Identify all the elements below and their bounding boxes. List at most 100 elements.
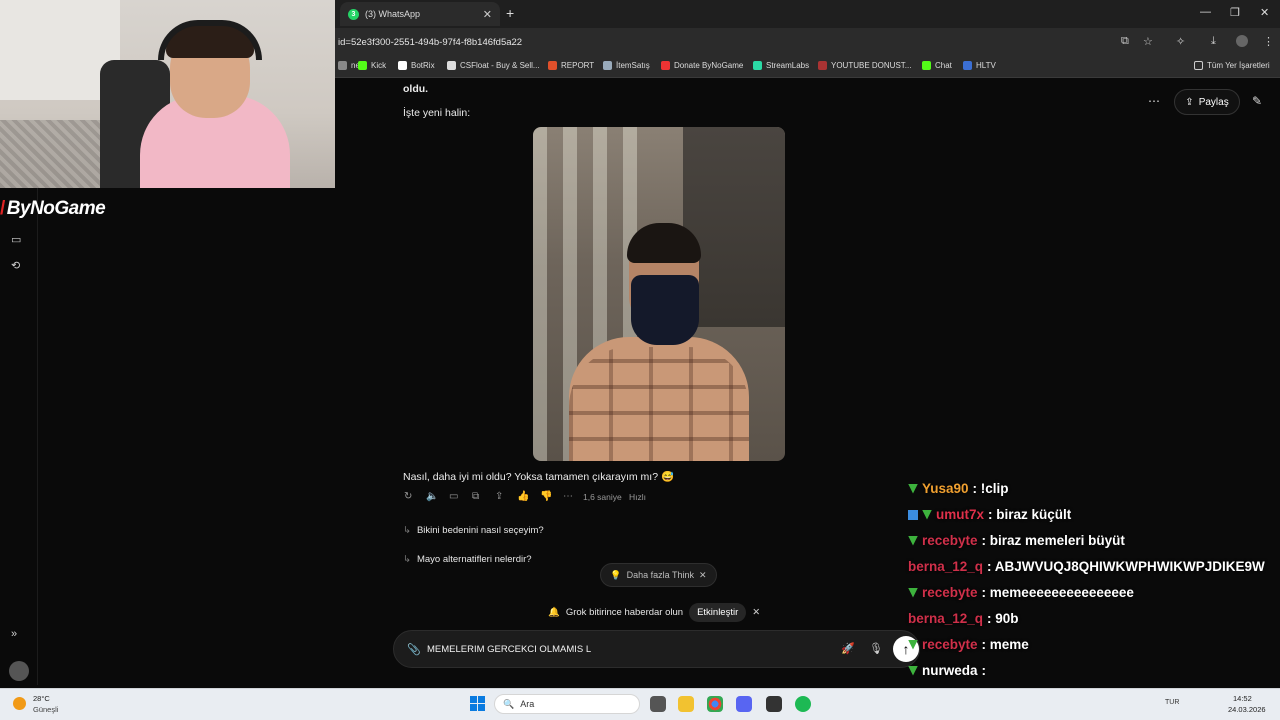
bookmark-item[interactable]: Chat [922, 61, 952, 70]
clock-date[interactable]: 24.03.2026 [1228, 705, 1266, 714]
more-options-icon[interactable]: ⋯ [1148, 94, 1160, 108]
chat-message-text: : !clip [972, 481, 1009, 496]
regenerate-icon[interactable]: ↻ [404, 491, 412, 502]
tab-title: (3) WhatsApp [365, 9, 421, 19]
taskbar-search[interactable]: 🔍 Ara [494, 694, 640, 714]
task-view-icon[interactable] [650, 696, 666, 712]
assistant-reply: Nasıl, daha iyi mi oldu? Yoksa tamamen ç… [403, 471, 675, 483]
profile-avatar[interactable] [1236, 35, 1248, 47]
sub-badge-icon [908, 535, 918, 546]
bookmark-label: YOUTUBE DONUST... [831, 61, 912, 70]
obs-icon[interactable] [766, 696, 782, 712]
bookmark-star-icon[interactable]: ☆ [1143, 35, 1153, 48]
chat-username: berna_12_q [908, 611, 984, 626]
stream-chat-message: umut7x: biraz küçült [908, 507, 1071, 522]
bookmark-item[interactable]: HLTV [963, 61, 996, 70]
bookmark-item[interactable]: Kick [358, 61, 386, 70]
thumbs-down-icon[interactable]: 👎 [540, 491, 552, 502]
new-tab-button[interactable]: + [506, 5, 514, 21]
input-language[interactable]: TUR [1165, 699, 1179, 706]
chat-username: recebyte [922, 533, 978, 548]
windows-start-icon[interactable] [470, 696, 485, 711]
weather-temp[interactable]: 28°C [33, 694, 50, 703]
menu-icon[interactable]: ⋮ [1263, 35, 1274, 48]
share-button[interactable]: ⇪ Paylaş [1174, 89, 1240, 115]
logo-mark-icon: / [0, 198, 5, 219]
discord-icon[interactable] [736, 696, 752, 712]
bookmark-item[interactable]: BotRix [398, 61, 435, 70]
photo-mask [631, 275, 699, 345]
chat-message-text: : biraz memeleri büyüt [981, 533, 1125, 548]
suggestion-1[interactable]: ↳ Bikini bedenini nasıl seçeyim? [403, 525, 544, 536]
clock-time[interactable]: 14:52 [1233, 694, 1252, 703]
composer-input[interactable]: MEMELERIM GERCEKCI OLMAMIS L [427, 644, 591, 655]
restore-button[interactable]: ❐ [1230, 6, 1240, 19]
chrome-icon[interactable] [707, 696, 723, 712]
attach-icon[interactable]: 📎 [407, 643, 421, 656]
bookmark-item[interactable]: Donate ByNoGame [661, 61, 743, 70]
speaker-icon[interactable]: 🔈 [426, 491, 438, 502]
bookmark-favicon-icon [548, 61, 557, 70]
all-bookmarks-button[interactable]: Tüm Yer İşaretleri [1194, 61, 1270, 70]
bookmark-favicon-icon [447, 61, 456, 70]
bookmark-favicon-icon [603, 61, 612, 70]
thumbs-up-icon[interactable]: 👍 [517, 491, 529, 502]
history-icon[interactable]: ⟲ [11, 259, 20, 272]
close-window-button[interactable]: ✕ [1260, 6, 1269, 19]
folder-icon[interactable]: ▭ [11, 233, 21, 246]
think-pill[interactable]: 💡 Daha fazla Think ✕ [600, 563, 717, 587]
all-bookmarks-label: Tüm Yer İşaretleri [1207, 61, 1270, 70]
bookmark-item[interactable]: İtemSatış [603, 61, 650, 70]
minimize-button[interactable]: — [1200, 6, 1211, 18]
photo-shadows [569, 347, 749, 461]
close-icon[interactable]: ✕ [752, 607, 760, 618]
suggestion-2[interactable]: ↳ Mayo alternatifleri nelerdir? [403, 554, 532, 565]
file-explorer-icon[interactable] [678, 696, 694, 712]
chat-message-text: : memeeeeeeeeeeeeeee [981, 585, 1134, 600]
enable-button[interactable]: Etkinleştir [689, 603, 747, 622]
sun-icon[interactable] [13, 697, 26, 710]
bookmark-label: StreamLabs [766, 61, 810, 70]
bookmark-label: Kick [371, 61, 387, 70]
generated-image[interactable] [533, 127, 785, 461]
expand-icon[interactable]: » [11, 628, 17, 640]
copy-icon[interactable]: ⧉ [472, 491, 479, 502]
bookmark-item[interactable]: CSFloat - Buy & Sell... [447, 61, 540, 70]
stream-chat-message: recebyte: memeeeeeeeeeeeeeee [908, 585, 1134, 600]
previous-line: oldu. [403, 83, 429, 95]
channel-logo: / ByNoGame [0, 198, 106, 220]
bookmark-favicon-icon [661, 61, 670, 70]
edit-icon[interactable]: ✎ [1252, 94, 1262, 108]
mic-icon[interactable]: 🎙 [869, 642, 883, 655]
url-field[interactable]: id=52e3f300-2551-494b-97f4-f8b146fd5a22 [338, 37, 522, 48]
bookmark-item[interactable]: YOUTUBE DONUST... [818, 61, 911, 70]
bookmark-item[interactable]: StreamLabs [753, 61, 809, 70]
bookmark-label: Chat [935, 61, 952, 70]
close-tab-icon[interactable]: ✕ [483, 8, 492, 21]
reply-arrow-icon: ↳ [403, 525, 411, 536]
weather-desc[interactable]: Güneşli [33, 705, 58, 714]
bookmark-label: İtemSatış [616, 61, 650, 70]
headset-icon [158, 20, 262, 60]
sub-badge-icon [908, 665, 918, 676]
download-icon[interactable]: ⤓ [1211, 35, 1216, 48]
bookmark-item[interactable]: REPORT [548, 61, 594, 70]
user-avatar[interactable] [9, 661, 29, 681]
share-icon[interactable]: ⇪ [495, 491, 503, 502]
close-icon[interactable]: ✕ [699, 570, 707, 581]
bookmark-label: HLTV [976, 61, 996, 70]
rocket-icon[interactable]: 🚀 [841, 642, 855, 655]
stream-chat-message: Yusa90: !clip [908, 481, 1009, 496]
stream-chat-message: recebyte: biraz memeleri büyüt [908, 533, 1125, 548]
chat-username: recebyte [922, 585, 978, 600]
more-icon[interactable]: ⋯ [563, 491, 573, 502]
comment-icon[interactable]: ▭ [449, 491, 458, 502]
extensions-icon[interactable]: ✧ [1176, 35, 1185, 48]
cast-icon[interactable]: ⧉ [1121, 35, 1129, 48]
assistant-intro: İşte yeni halin: [403, 107, 471, 119]
tab-whatsapp[interactable]: 3 (3) WhatsApp ✕ [340, 2, 500, 26]
bookmark-label: CSFloat - Buy & Sell... [460, 61, 540, 70]
prime-badge-icon [908, 509, 918, 520]
spotify-icon[interactable] [795, 696, 811, 712]
bookmark-favicon-icon [753, 61, 762, 70]
